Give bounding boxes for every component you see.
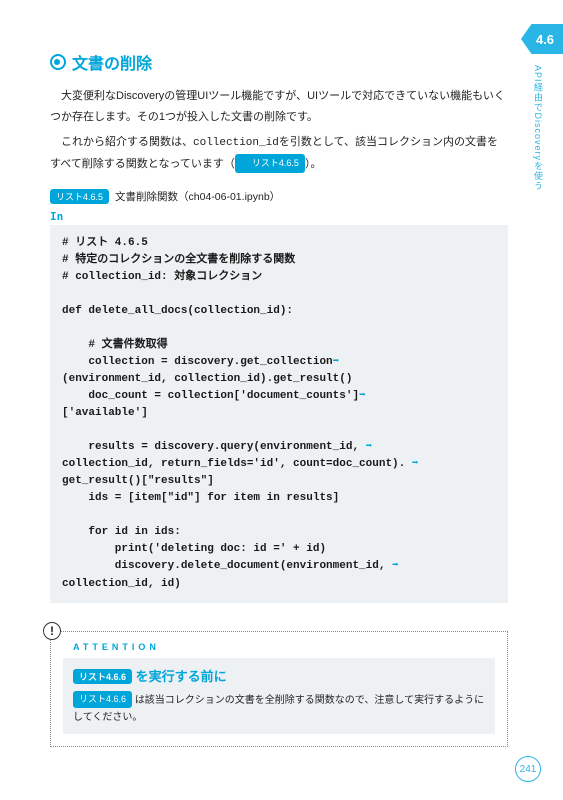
paragraph-1: 大変便利なDiscoveryの管理UIツール機能ですが、UIツールで対応できてい…	[50, 86, 508, 128]
code-line: ids = [item["id"] for item in results]	[62, 492, 339, 504]
code-line: get_result()["results"]	[62, 475, 214, 487]
exclamation-icon: !	[43, 622, 61, 640]
inline-code: collection_id	[193, 137, 279, 149]
attention-inner: リスト4.6.6 を実行する前に リスト4.6.6 は該当コレクションの文書を全…	[63, 658, 495, 734]
code-line: doc_count = collection['document_counts'…	[62, 390, 359, 402]
continuation-arrow-icon: ➡	[392, 560, 399, 572]
attention-box: ! ATTENTION リスト4.6.6 を実行する前に リスト4.6.6 は該…	[50, 631, 508, 747]
code-block: # リスト 4.6.5 # 特定のコレクションの全文書を削除する関数 # col…	[50, 225, 508, 603]
code-line: # リスト 4.6.5	[62, 237, 148, 249]
attention-body-text: は該当コレクションの文書を全削除する関数なので、注意して実行するようにしてくださ…	[73, 695, 484, 723]
continuation-arrow-icon: ➡	[366, 441, 373, 453]
page-number: 241	[515, 756, 541, 782]
attention-title-text: を実行する前に	[136, 669, 227, 684]
list-badge: リスト4.6.6	[73, 691, 132, 708]
code-line: (environment_id, collection_id).get_resu…	[62, 373, 352, 385]
continuation-arrow-icon: ➡	[333, 356, 340, 368]
listing-header: リスト4.6.5 文書削除関数（ch04-06-01.ipynb）	[50, 189, 508, 204]
in-label: In	[50, 210, 508, 223]
listing-caption: 文書削除関数（ch04-06-01.ipynb）	[115, 189, 280, 204]
code-line: print('deleting doc: id =' + id)	[62, 543, 326, 555]
code-line: for id in ids:	[62, 526, 181, 538]
code-line: collection_id, return_fields='id', count…	[62, 458, 412, 470]
code-line: collection_id, id)	[62, 578, 181, 590]
code-line: def delete_all_docs(collection_id):	[62, 305, 293, 317]
list-badge: リスト4.6.6	[73, 669, 132, 684]
code-line: results = discovery.query(environment_id…	[62, 441, 366, 453]
code-line: ['available']	[62, 407, 148, 419]
list-badge: リスト4.6.5	[50, 189, 109, 204]
text: これから紹介する関数は、	[61, 136, 193, 148]
code-line: discovery.delete_document(environment_id…	[62, 560, 392, 572]
continuation-arrow-icon: ➡	[359, 390, 366, 402]
section-title: 文書の削除	[50, 50, 508, 74]
attention-title: リスト4.6.6 を実行する前に	[73, 666, 485, 685]
list-badge: リスト4.6.5	[235, 154, 305, 173]
code-line: # collection_id: 対象コレクション	[62, 271, 262, 283]
attention-body: リスト4.6.6 は該当コレクションの文書を全削除する関数なので、注意して実行す…	[73, 691, 485, 726]
code-line: # 特定のコレクションの全文書を削除する関数	[62, 254, 295, 266]
continuation-arrow-icon: ➡	[412, 458, 419, 470]
code-line: collection = discovery.get_collection	[62, 356, 333, 368]
attention-label: ATTENTION	[73, 642, 495, 652]
section-title-text: 文書の削除	[72, 50, 152, 74]
code-line: # 文書件数取得	[62, 339, 168, 351]
side-label: API経由でDiscoveryを使う	[532, 65, 545, 191]
text: ）。	[305, 158, 322, 170]
paragraph-2: これから紹介する関数は、collection_idを引数として、該当コレクション…	[50, 132, 508, 175]
section-number-tab: 4.6	[521, 24, 563, 54]
